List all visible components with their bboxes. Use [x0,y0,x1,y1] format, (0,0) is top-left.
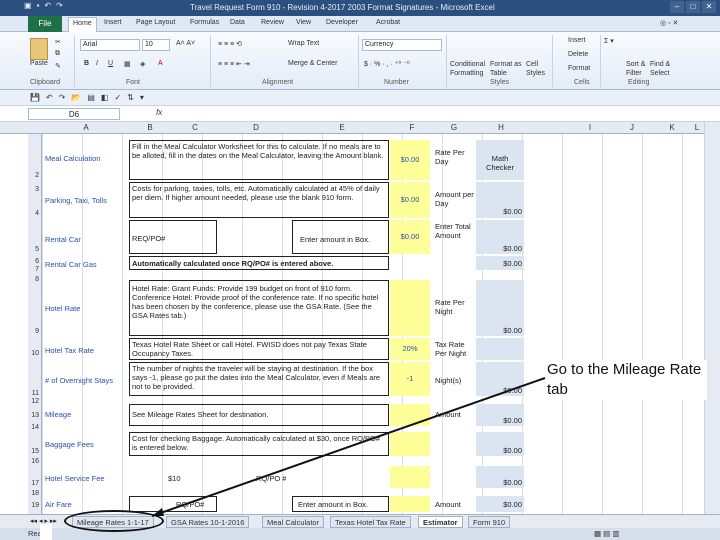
callout-text: Go to the Mileage Rate tab [547,360,707,400]
annotation-oval [64,510,164,532]
annotation-arrow [151,377,546,517]
